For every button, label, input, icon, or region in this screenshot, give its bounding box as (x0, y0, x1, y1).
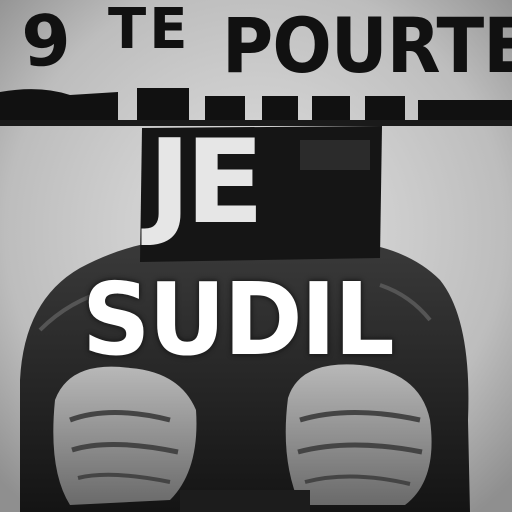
overlay-text-9: 9 (19, 0, 72, 84)
overlay-text-te: TE (108, 0, 191, 62)
overlay-text-pourte: POURTE (222, 1, 512, 90)
sign-text: JE (148, 115, 264, 250)
overlay-text-sudil: SUDIL (82, 261, 395, 378)
